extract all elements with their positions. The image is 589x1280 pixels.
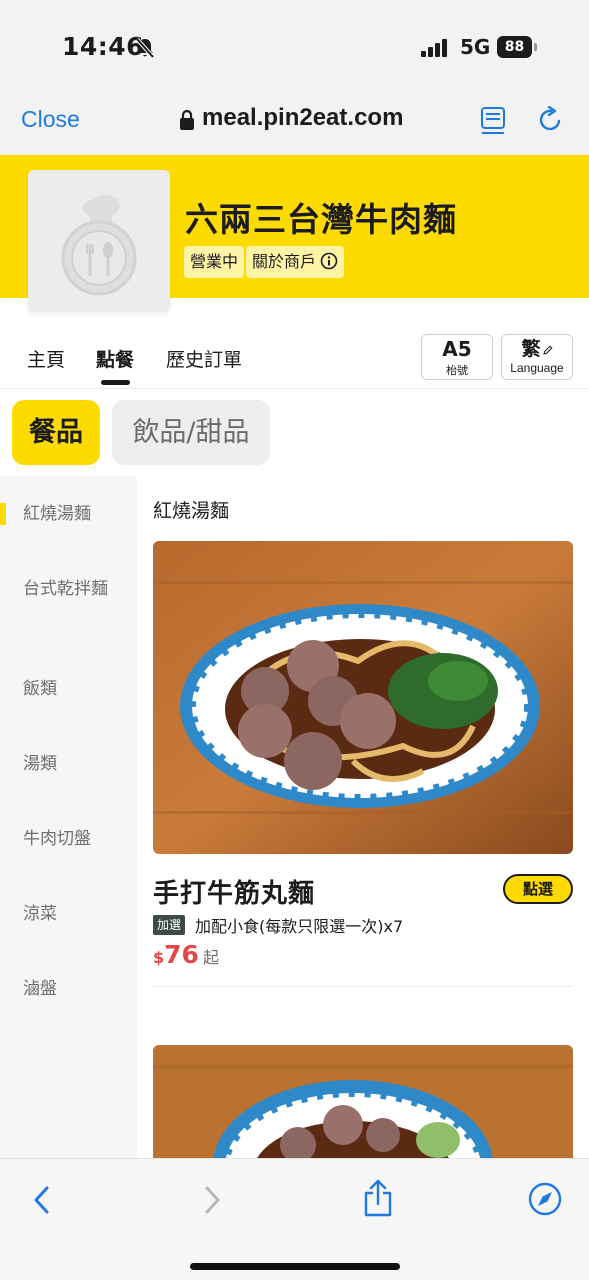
- reader-icon[interactable]: [480, 106, 506, 136]
- browser-toolbar: [0, 1158, 589, 1280]
- table-number: A5: [442, 337, 472, 361]
- item-divider: [153, 986, 573, 987]
- store-name: 六兩三台灣牛肉麵: [185, 200, 457, 239]
- dish-photo-next[interactable]: [153, 1045, 573, 1158]
- active-tab-indicator: [101, 380, 130, 385]
- url-text[interactable]: meal.pin2eat.com: [202, 104, 403, 132]
- bell-muted-icon: [135, 37, 155, 59]
- section-title: 紅燒湯麵: [153, 500, 230, 522]
- select-dish-button[interactable]: 點選: [503, 874, 573, 904]
- tab-home[interactable]: 主頁: [27, 345, 65, 372]
- battery-icon: 88: [497, 36, 537, 58]
- table-label: 枱號: [446, 364, 468, 377]
- home-indicator: [190, 1263, 400, 1270]
- status-badge: 營業中: [184, 246, 245, 278]
- info-icon: [320, 252, 338, 270]
- browser-bar: Close meal.pin2eat.com: [0, 92, 589, 155]
- store-logo: [28, 170, 170, 312]
- sidebar-item-rice[interactable]: 飯類: [23, 677, 123, 701]
- sidebar-item-braised-noodle-soup[interactable]: 紅燒湯麵: [23, 502, 123, 526]
- sidebar-item-dry-noodles[interactable]: 台式乾拌麵: [23, 577, 123, 601]
- sidebar-item-soup[interactable]: 湯類: [23, 752, 123, 776]
- forward-icon[interactable]: [200, 1185, 224, 1215]
- dish-name[interactable]: 手打牛筋丸麵: [153, 873, 315, 910]
- signal-icon: [421, 39, 447, 57]
- tab-order-history[interactable]: 歷史訂單: [166, 345, 242, 372]
- battery-cap: [534, 43, 537, 51]
- about-merchant-label: 關於商戶: [252, 252, 317, 271]
- share-icon[interactable]: [363, 1179, 393, 1217]
- close-button[interactable]: Close: [21, 106, 80, 133]
- pencil-icon: [542, 345, 553, 355]
- price-value: 76: [164, 940, 199, 969]
- addon-tag: 加選: [153, 915, 186, 935]
- status-time: 14:46: [62, 32, 145, 61]
- tab-order[interactable]: 點餐: [96, 345, 134, 372]
- about-merchant-button[interactable]: 關於商戶: [246, 246, 345, 278]
- back-icon[interactable]: [30, 1185, 54, 1215]
- nav-divider: [0, 388, 589, 389]
- battery-level: 88: [497, 36, 532, 58]
- category-pill-food[interactable]: 餐品: [12, 400, 100, 465]
- sidebar-item-cold-dishes[interactable]: 涼菜: [23, 902, 123, 926]
- language-char: 繁: [521, 338, 541, 360]
- reload-icon[interactable]: [536, 106, 564, 134]
- language-button[interactable]: 繁 Language: [501, 334, 573, 380]
- category-pill-drinks[interactable]: 飲品/甜品: [112, 400, 270, 465]
- price-suffix: 起: [202, 948, 219, 967]
- dish-price: $76 起: [153, 940, 219, 969]
- addon-text: 加配小食(每款只限選一次)x7: [195, 917, 404, 936]
- dish-photo[interactable]: [153, 541, 573, 854]
- language-label: Language: [510, 361, 564, 375]
- table-number-button[interactable]: A5 枱號: [421, 334, 493, 380]
- lock-icon: [180, 109, 194, 130]
- network-label: 5G: [460, 35, 491, 59]
- sidebar-item-beef-platter[interactable]: 牛肉切盤: [23, 827, 123, 851]
- sidebar-item-braised-platter[interactable]: 滷盤: [23, 977, 123, 1001]
- sidebar-active-indicator: [0, 503, 6, 525]
- compass-icon[interactable]: [528, 1182, 562, 1216]
- chef-plate-icon: [61, 195, 137, 296]
- status-bar: 14:46 5G 88: [0, 0, 589, 92]
- price-currency: $: [153, 948, 165, 967]
